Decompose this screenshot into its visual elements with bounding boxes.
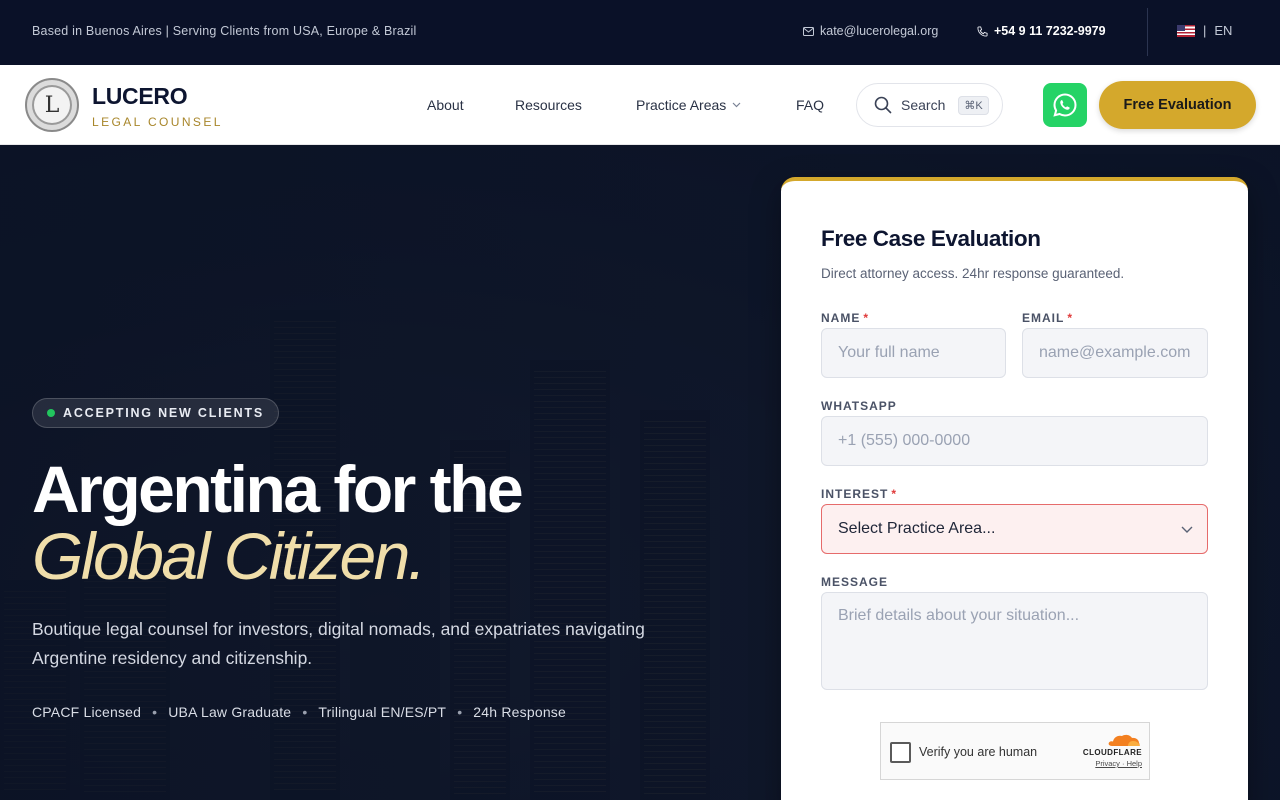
message-textarea[interactable]: Brief details about your situation... <box>821 592 1208 690</box>
credential-separator: • <box>302 704 308 720</box>
cloudflare-wordmark: CLOUDFLARE <box>1082 748 1142 757</box>
nav-faq[interactable]: FAQ <box>796 97 824 113</box>
hero-heading-line2: Global Citizen. <box>32 519 426 593</box>
nav-practice-areas-label: Practice Areas <box>636 97 727 113</box>
email-text: kate@lucerolegal.org <box>820 24 939 38</box>
credential-separator: • <box>457 704 463 720</box>
location-text: Based in Buenos Aires | Serving Clients … <box>32 24 417 38</box>
top-info-bar: Based in Buenos Aires | Serving Clients … <box>0 0 1280 65</box>
topbar-divider <box>1147 8 1148 56</box>
search-label: Search <box>901 97 946 113</box>
phone-text: +54 9 11 7232-9979 <box>994 24 1106 38</box>
form-title: Free Case Evaluation <box>821 226 1041 251</box>
main-navigation: L LUCERO LEGAL COUNSEL About Resources P… <box>0 65 1280 145</box>
name-label: NAME * <box>821 311 870 325</box>
logo-emblem[interactable]: L <box>25 78 79 132</box>
chevron-down-icon <box>1181 526 1193 533</box>
credentials-list: CPACF Licensed • UBA Law Graduate • Tril… <box>32 704 566 720</box>
nav-resources[interactable]: Resources <box>515 97 582 113</box>
logo-initial: L <box>44 92 60 118</box>
mail-icon <box>803 26 814 36</box>
whatsapp-input[interactable]: +1 (555) 000-0000 <box>821 416 1208 466</box>
badge-label: ACCEPTING NEW CLIENTS <box>63 406 264 420</box>
language-code: EN <box>1214 23 1233 38</box>
credential-separator: • <box>152 704 158 720</box>
credential-item: 24h Response <box>473 704 566 720</box>
brand-tagline: LEGAL COUNSEL <box>92 115 223 129</box>
name-input[interactable]: Your full name <box>821 328 1006 378</box>
search-icon <box>874 96 892 114</box>
whatsapp-icon <box>1053 93 1077 117</box>
message-label: MESSAGE <box>821 575 889 589</box>
credential-item: UBA Law Graduate <box>168 704 292 720</box>
credential-item: Trilingual EN/ES/PT <box>318 704 447 720</box>
captcha-checkbox[interactable] <box>890 742 911 763</box>
phone-icon <box>977 25 988 37</box>
case-evaluation-form: Free Case Evaluation Direct attorney acc… <box>781 177 1248 800</box>
search-button[interactable]: Search ⌘K <box>856 83 1003 127</box>
nav-practice-areas[interactable]: Practice Areas <box>636 97 741 113</box>
interest-select[interactable]: Select Practice Area... <box>821 504 1208 554</box>
chevron-down-icon <box>732 102 741 108</box>
status-dot <box>47 409 55 417</box>
cloudflare-cloud-icon <box>1108 734 1140 746</box>
language-switcher[interactable]: | EN <box>1177 23 1232 38</box>
cloudflare-logo: CLOUDFLARE Privacy · Help <box>1074 733 1142 768</box>
nav-about[interactable]: About <box>427 97 464 113</box>
form-subtitle: Direct attorney access. 24hr response gu… <box>821 266 1125 281</box>
captcha-widget: Verify you are human CLOUDFLARE Privacy … <box>880 722 1150 780</box>
accepting-clients-badge: ACCEPTING NEW CLIENTS <box>32 398 279 428</box>
email-label: EMAIL * <box>1022 311 1074 325</box>
whatsapp-button[interactable] <box>1043 83 1087 127</box>
hero-heading-line1: Argentina for the <box>32 452 524 526</box>
captcha-privacy-help-links[interactable]: Privacy · Help <box>1074 759 1142 768</box>
us-flag-icon <box>1177 24 1195 37</box>
brand-name[interactable]: LUCERO <box>92 83 188 110</box>
free-evaluation-button[interactable]: Free Evaluation <box>1099 81 1256 129</box>
interest-selected-value: Select Practice Area... <box>838 520 996 537</box>
search-shortcut: ⌘K <box>958 95 989 115</box>
email-link[interactable]: kate@lucerolegal.org <box>803 24 938 38</box>
interest-label: INTEREST * <box>821 487 898 501</box>
language-separator: | <box>1203 23 1207 38</box>
whatsapp-label: WHATSAPP <box>821 399 897 413</box>
credential-item: CPACF Licensed <box>32 704 142 720</box>
hero-section: ACCEPTING NEW CLIENTS Argentina for the … <box>0 145 1280 800</box>
captcha-label: Verify you are human <box>919 745 1038 759</box>
email-input[interactable]: name@example.com <box>1022 328 1208 378</box>
phone-link[interactable]: +54 9 11 7232-9979 <box>977 24 1106 38</box>
hero-lead-text: Boutique legal counsel for investors, di… <box>32 619 645 668</box>
